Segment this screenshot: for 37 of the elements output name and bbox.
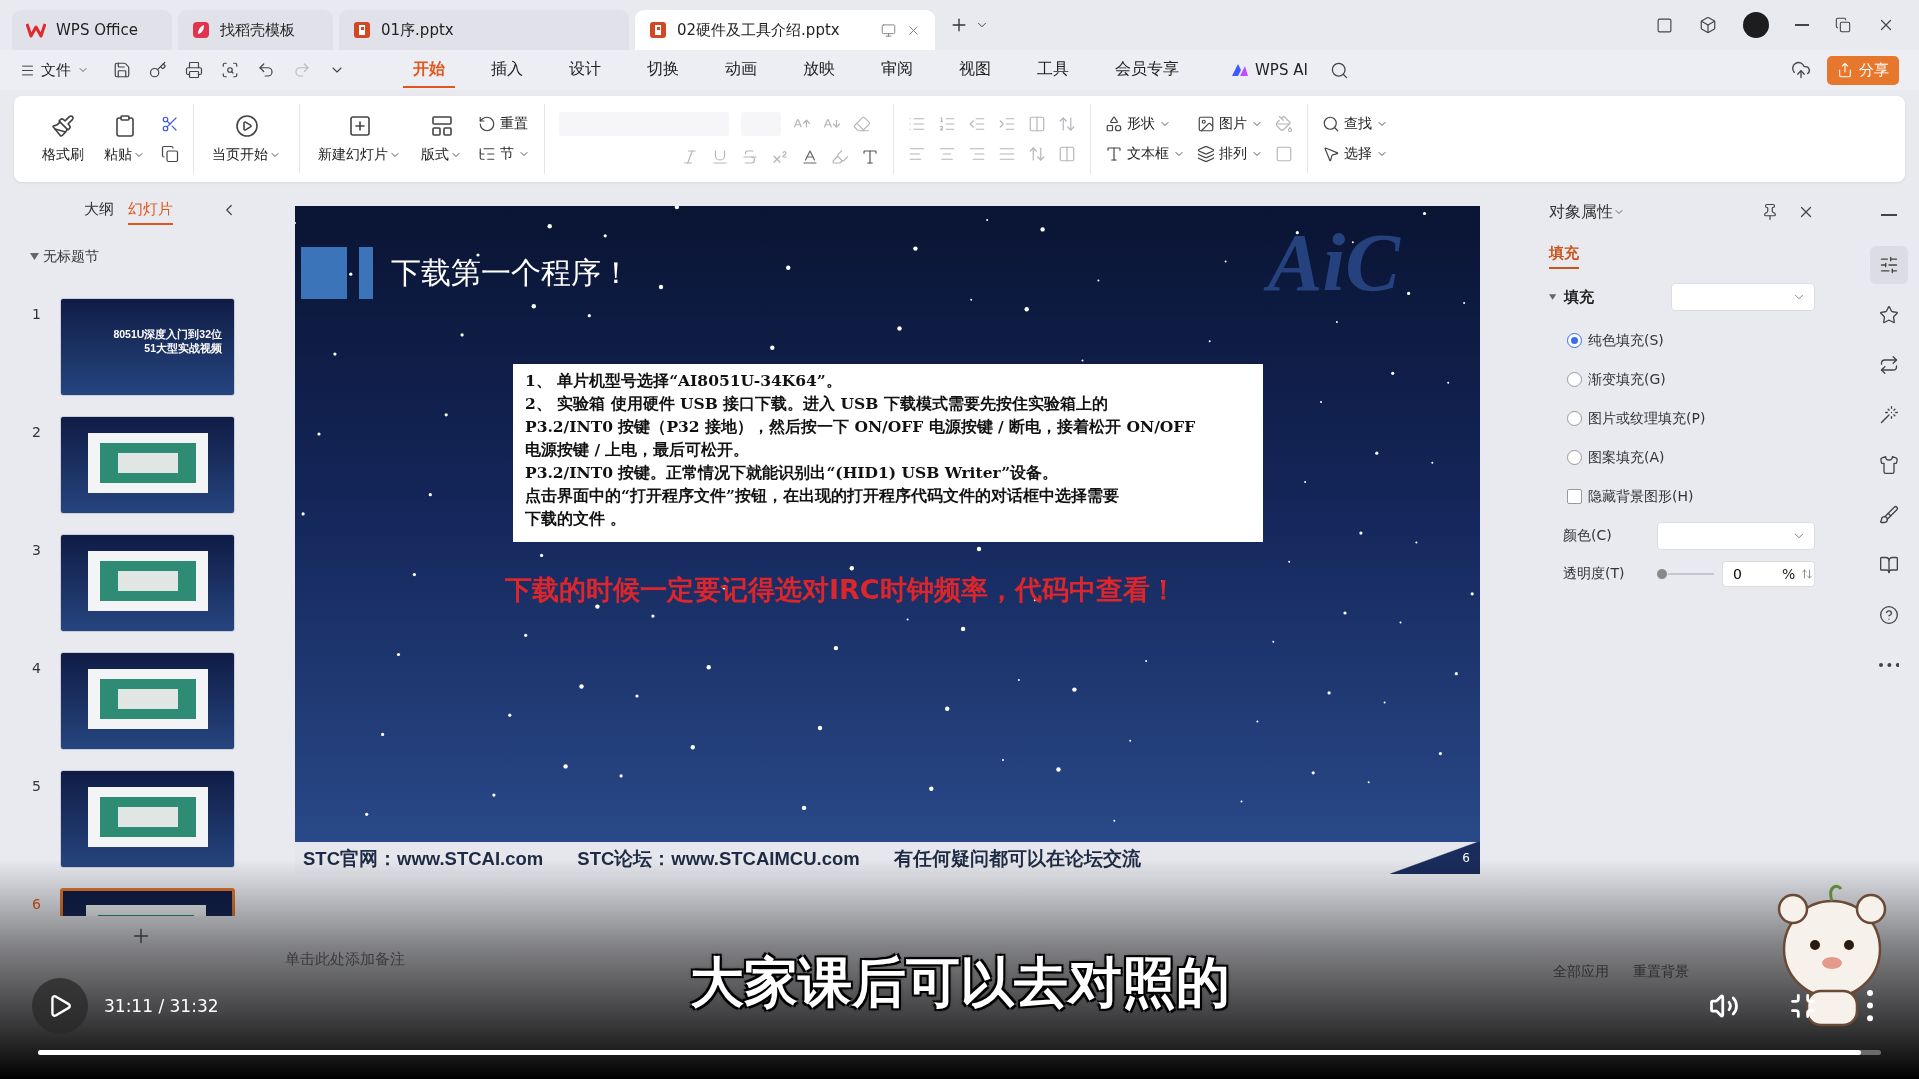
- body-text: P3.2/INT0 按键（P32 接地），然后按一下 ON/OFF 电源按键 / 断电，接着松开 ON/OFF: [525, 416, 1197, 438]
- body-text: P3.2/INT0 按键。正常情况下就能识别出“(HID1) USB Writer”设备。: [525, 462, 1060, 484]
- slide-number-label: 5: [32, 778, 42, 794]
- thumbnail-title: 8051U深度入门到32位: [113, 327, 222, 341]
- panel-title: 对象属性: [1549, 201, 1613, 223]
- option-label: 渐变填充(G): [1588, 370, 1666, 389]
- option-label: 图案填充(A): [1588, 448, 1665, 467]
- tab-title: WPS Office: [56, 21, 138, 39]
- slide-number-label: 2: [32, 424, 42, 440]
- tab-title: 找稻壳模板: [220, 20, 295, 40]
- section-title: 填充: [1564, 287, 1596, 307]
- warning-text: 下载的时候一定要记得选对IRC时钟频率，代码中查看！: [505, 573, 1178, 607]
- body-text: 点击界面中的“打开程序文件”按钮，在出现的打开程序代码文件的对话框中选择需要: [525, 485, 1120, 507]
- option-label: 隐藏背景图形(H): [1588, 487, 1694, 506]
- field-label: 颜色(C): [1563, 527, 1613, 545]
- slide-title: 下载第一个程序！: [391, 253, 631, 292]
- slide-number-label: 4: [32, 660, 42, 676]
- slide-number-label: 6: [32, 896, 42, 912]
- body-text: 2、 实验箱 使用硬件 USB 接口下载。进入 USB 下载模式需要先按住实验箱上的: [525, 393, 1109, 415]
- body-text: 1、 单片机型号选择“AI8051U-34K64”。: [525, 370, 843, 392]
- section-title: 无标题节: [43, 248, 99, 266]
- video-subtitle: 大家课后可以去对照的: [689, 950, 1230, 1016]
- video-time: 31:11 / 31:32: [104, 996, 219, 1016]
- option-label: 纯色填充(S): [1588, 331, 1664, 350]
- option-label: 图片或纹理填充(P): [1588, 409, 1706, 428]
- body-text: 电源按键 / 上电，最后可松开。: [525, 439, 751, 461]
- footer-text: STC论坛：www.STCAIMCU.com: [577, 846, 860, 871]
- thumbnail-title: 51大型实战视频: [144, 341, 222, 355]
- body-text: 下载的文件 。: [525, 508, 628, 530]
- field-label: 透明度(T): [1563, 565, 1626, 583]
- footer-text: STC官网：www.STCAI.com: [303, 846, 544, 871]
- tab-title: 01序.pptx: [381, 20, 454, 40]
- slide-number-label: 3: [32, 542, 42, 558]
- footer-text: 有任何疑问都可以在论坛交流: [893, 846, 1141, 871]
- tab-title: 02硬件及工具介绍.pptx: [677, 20, 840, 40]
- slide-number-label: 1: [32, 306, 42, 322]
- unit-label: %: [1777, 561, 1800, 587]
